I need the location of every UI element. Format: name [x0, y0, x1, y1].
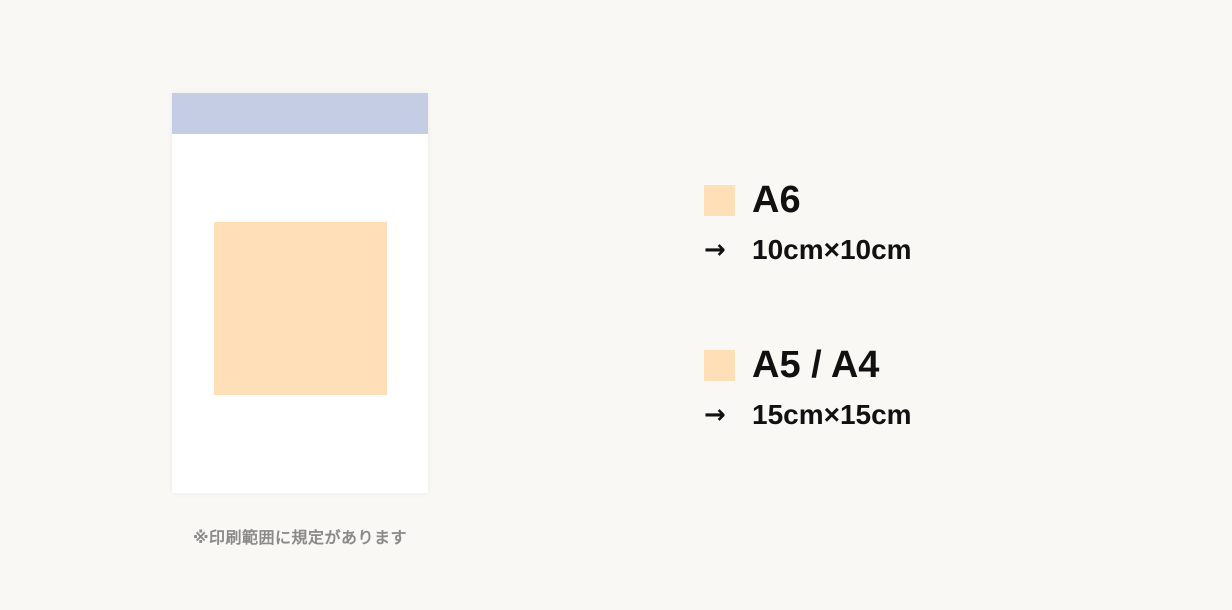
print-range-note: ※印刷範囲に規定があります — [192, 528, 408, 547]
spec-a5-a4: A5 / A4 → 15cm×15cm — [704, 343, 912, 435]
color-swatch — [704, 349, 735, 381]
size-label: A6 — [752, 179, 801, 221]
size-label: A5 / A4 — [752, 344, 880, 386]
spec-a6: A6 → 10cm×10cm — [704, 178, 912, 270]
print-area — [214, 222, 387, 395]
paper-header-band — [172, 93, 428, 134]
color-swatch — [704, 184, 735, 216]
size-row: A6 — [704, 178, 912, 222]
dimension-row: → 15cm×15cm — [704, 395, 912, 435]
dimension-text: 15cm×15cm — [752, 399, 912, 430]
arrow-right-icon: → — [704, 235, 726, 265]
size-row: A5 / A4 — [704, 343, 912, 387]
dimension-row: → 10cm×10cm — [704, 230, 912, 270]
paper-preview — [172, 93, 428, 493]
arrow-right-icon: → — [704, 400, 726, 430]
dimension-text: 10cm×10cm — [752, 234, 912, 265]
